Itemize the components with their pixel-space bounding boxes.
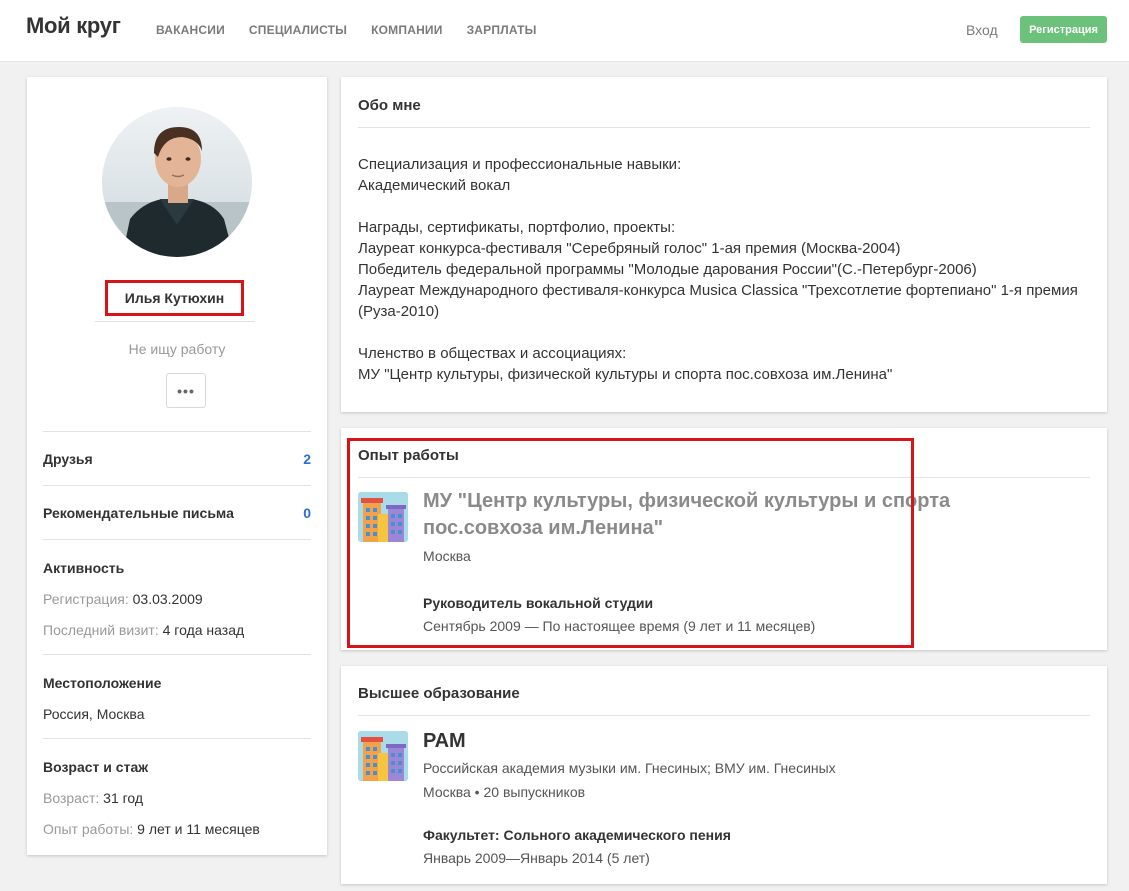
work-experience-label: Опыт работы: [43, 821, 134, 837]
faculty: Факультет: Сольного академического пения [423, 827, 731, 843]
award-item: Лауреат конкурса-фестиваля "Серебряный г… [358, 240, 901, 257]
about-text: Специализация и профессиональные навыки:… [358, 154, 1088, 385]
friends-row[interactable]: Друзья 2 [43, 451, 311, 467]
specialization-label: Специализация и профессиональные навыки: [358, 156, 682, 173]
last-visit: Последний визит: 4 года назад [43, 622, 244, 638]
activity-title: Активность [43, 560, 125, 576]
recommendations-count[interactable]: 0 [303, 505, 311, 521]
work-experience-value: 9 лет и 11 месяцев [137, 821, 260, 837]
friends-count[interactable]: 2 [303, 451, 311, 467]
building-icon [358, 731, 408, 781]
employer-name-line: пос.совхоза им.Ленина" [423, 517, 664, 539]
highlight-frame [347, 438, 914, 648]
education-title: Высшее образование [358, 685, 520, 702]
recommendations-row[interactable]: Рекомендательные письма 0 [43, 505, 311, 521]
employer-name-line: МУ "Центр культуры, физической культуры … [423, 490, 951, 512]
last-visit-label: Последний визит: [43, 622, 159, 638]
nav-specialists[interactable]: СПЕЦИАЛИСТЫ [249, 23, 347, 37]
location-value: Россия, Москва [43, 706, 145, 722]
experience-title: Опыт работы [358, 447, 459, 464]
work-experience-total: Опыт работы: 9 лет и 11 месяцев [43, 821, 260, 837]
divider [43, 738, 311, 739]
avatar [102, 107, 252, 257]
about-title: Обо мне [358, 97, 421, 114]
top-navigation-bar: Мой круг ВАКАНСИИ СПЕЦИАЛИСТЫ КОМПАНИИ З… [0, 0, 1129, 62]
experience-card: Опыт работы МУ "Центр культуры, физическ… [341, 428, 1107, 650]
study-period: Январь 2009—Январь 2014 (5 лет) [423, 850, 650, 866]
recommendations-label: Рекомендательные письма [43, 505, 234, 521]
job-search-status: Не ищу работу [128, 341, 226, 357]
education-card: Высшее образование РАМ Российская академ… [341, 666, 1107, 884]
registration-date: Регистрация: 03.03.2009 [43, 591, 203, 607]
age: Возраст: 31 год [43, 790, 143, 806]
awards-label: Награды, сертификаты, портфолио, проекты… [358, 219, 676, 236]
avatar-photo [102, 107, 252, 257]
divider [43, 431, 311, 432]
experience-divider [358, 477, 1090, 478]
friends-label: Друзья [43, 451, 93, 467]
university-meta: Москва • 20 выпускников [423, 784, 586, 800]
membership-label: Членство в обществах и ассоциациях: [358, 345, 627, 362]
divider [43, 654, 311, 655]
about-divider [358, 127, 1090, 128]
name-divider [95, 321, 255, 322]
registration-label: Регистрация: [43, 591, 129, 607]
nav-vacancies[interactable]: ВАКАНСИИ [156, 23, 225, 37]
age-label: Возраст: [43, 790, 100, 806]
nav-companies[interactable]: КОМПАНИИ [371, 23, 442, 37]
university-full-name: Российская академия музыки им. Гнесиных;… [423, 760, 836, 776]
education-divider [358, 715, 1090, 716]
job-position: Руководитель вокальной студии [423, 595, 654, 611]
membership-value: МУ "Центр культуры, физической культуры … [358, 366, 893, 383]
register-button[interactable]: Регистрация [1020, 16, 1107, 43]
last-visit-value: 4 года назад [162, 622, 245, 638]
more-actions-button[interactable]: ••• [166, 373, 206, 408]
specialization-value: Академический вокал [358, 177, 511, 194]
nav-salaries[interactable]: ЗАРПЛАТЫ [467, 23, 537, 37]
employer-name[interactable]: МУ "Центр культуры, физической культуры … [423, 488, 950, 542]
divider [43, 485, 311, 486]
age-title: Возраст и стаж [43, 759, 149, 775]
login-link[interactable]: Вход [966, 22, 998, 38]
age-value: 31 год [103, 790, 144, 806]
profile-name: Илья Кутюхин [105, 280, 244, 316]
job-period: Сентябрь 2009 — По настоящее время (9 ле… [423, 618, 816, 634]
award-item: Победитель федеральной программы "Молоды… [358, 261, 977, 278]
site-logo[interactable]: Мой круг [26, 13, 121, 39]
building-icon [358, 492, 408, 542]
profile-card: Илья Кутюхин Не ищу работу ••• Друзья 2 … [27, 77, 327, 855]
about-card: Обо мне Специализация и профессиональные… [341, 77, 1107, 412]
award-item: Лауреат Международного фестиваля-конкурс… [358, 282, 1078, 320]
location-title: Местоположение [43, 675, 162, 691]
registration-value: 03.03.2009 [132, 591, 203, 607]
university-name[interactable]: РАМ [423, 728, 466, 755]
divider [43, 539, 311, 540]
employer-city: Москва [423, 548, 471, 564]
main-nav: ВАКАНСИИ СПЕЦИАЛИСТЫ КОМПАНИИ ЗАРПЛАТЫ [156, 23, 537, 37]
